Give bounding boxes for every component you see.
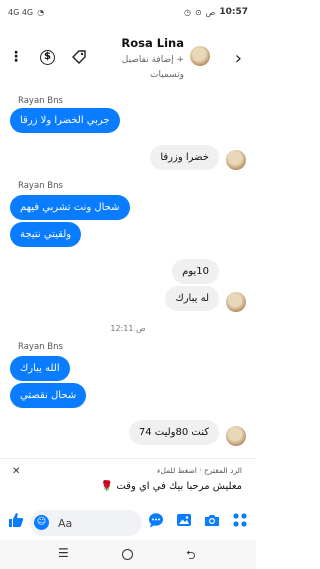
sender-name: Rayan Bns xyxy=(18,96,63,106)
apps-grid-icon[interactable] xyxy=(230,512,250,532)
outgoing-message[interactable]: شحال ونت تشربي فيهم xyxy=(10,195,130,220)
system-navigation-bar: ☰ ⮌ xyxy=(0,540,256,569)
image-gallery-icon[interactable] xyxy=(174,512,194,532)
time-separator: 12:11 ص xyxy=(110,324,146,333)
message-composer: ☺ xyxy=(0,506,256,540)
payment-dollar-icon[interactable]: $ xyxy=(40,50,55,65)
add-details-link[interactable]: + إضافة تفاصيل وتسميات xyxy=(104,53,184,83)
camera-icon[interactable] xyxy=(202,512,222,532)
incoming-message[interactable]: 10يوم xyxy=(172,259,219,284)
network-signal-text: 4G 4G xyxy=(8,7,34,17)
system-back-icon[interactable]: ⮌ xyxy=(186,546,196,567)
nfc-icon: ⊙ xyxy=(194,7,202,17)
suggested-reply-text[interactable]: معليش مرحبا بيك في اي وقت 🌹 xyxy=(101,481,242,492)
status-bar-right: ◷ ⊙ ص 10:57 xyxy=(184,7,248,17)
chat-bubble-icon[interactable] xyxy=(146,512,166,532)
contact-name[interactable]: Rosa Lina xyxy=(121,36,184,50)
outgoing-message[interactable]: ولقيتي نتيجة xyxy=(10,222,82,247)
emoji-icon[interactable]: ☺ xyxy=(34,515,49,530)
message-input[interactable] xyxy=(58,510,138,536)
outgoing-message[interactable]: شحال نقصتي xyxy=(10,383,87,408)
incoming-message[interactable]: كنت 80وليت 74 xyxy=(128,420,219,445)
sender-name: Rayan Bns xyxy=(18,342,63,352)
incoming-message[interactable]: خضرا وزرقا xyxy=(150,145,219,170)
suggested-reply-header: الرد المقترح · اضغط للملء xyxy=(156,466,242,475)
status-bar-left: 4G 4G ◔ xyxy=(8,8,44,17)
tag-icon[interactable] xyxy=(72,50,86,68)
recent-apps-icon[interactable]: ☰ xyxy=(58,546,69,560)
outgoing-message[interactable]: جربي الخضرا ولا زرقا xyxy=(10,108,120,133)
more-options-icon[interactable]: ⋮ xyxy=(9,50,23,64)
chat-header: ⋮ $ Rosa Lina + إضافة تفاصيل وتسميات › xyxy=(0,26,256,90)
alarm-icon: ◷ xyxy=(183,7,191,17)
suggested-reply-panel: ✕ الرد المقترح · اضغط للملء معليش مرحبا … xyxy=(0,458,256,506)
clock: 10:57 xyxy=(219,7,248,17)
contact-avatar[interactable] xyxy=(190,46,210,66)
incoming-message[interactable]: له يبارك xyxy=(165,286,219,311)
wifi-icon: ◔ xyxy=(37,7,45,17)
back-arrow-icon[interactable]: › xyxy=(235,48,242,69)
sender-name: Rayan Bns xyxy=(18,181,63,191)
outgoing-message[interactable]: الله يبارك xyxy=(10,356,70,381)
ampm-label: ص xyxy=(205,7,216,17)
contact-avatar-small xyxy=(226,426,246,446)
messenger-chat-screen: 4G 4G ◔ ◷ ⊙ ص 10:57 ⋮ $ Rosa Lina + إضاف… xyxy=(0,0,256,569)
contact-avatar-small xyxy=(226,150,246,170)
status-bar: 4G 4G ◔ ◷ ⊙ ص 10:57 xyxy=(0,0,256,24)
contact-avatar-small xyxy=(226,292,246,312)
home-icon[interactable] xyxy=(122,549,133,560)
close-icon[interactable]: ✕ xyxy=(12,466,20,477)
thumbs-up-icon[interactable] xyxy=(6,512,26,532)
